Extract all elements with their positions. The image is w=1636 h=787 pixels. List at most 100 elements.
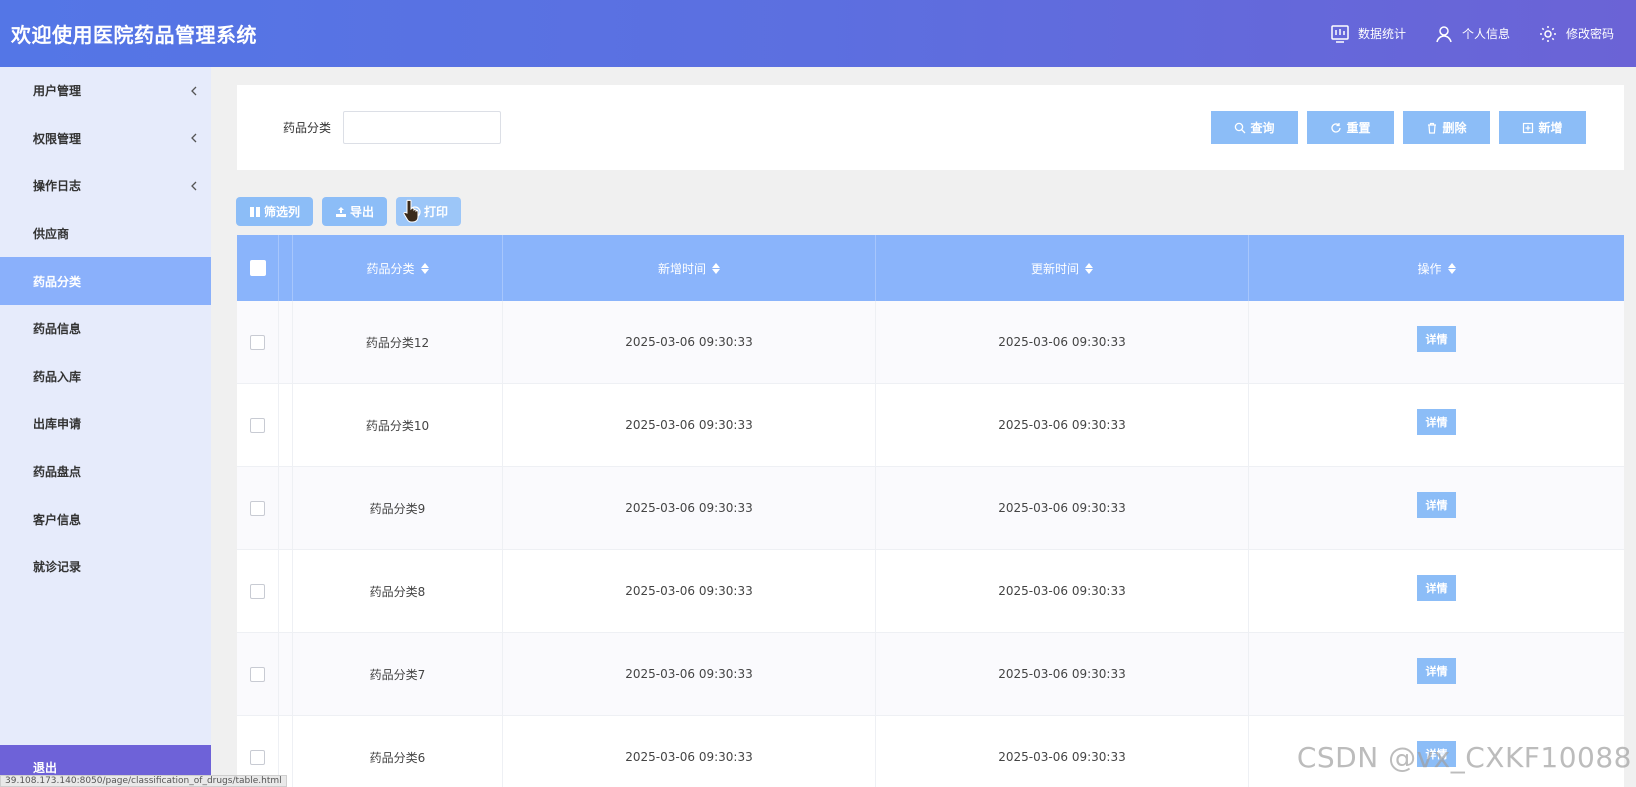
row-spacer [279, 384, 293, 466]
sidebar-item-label: 药品入库 [33, 369, 82, 384]
table-row: 药品分类10 2025-03-06 09:30:33 2025-03-06 09… [237, 384, 1624, 467]
header-spacer [279, 235, 293, 301]
header-links: 数据统计 个人信息 修改密码 [1330, 24, 1636, 44]
cell-category: 药品分类6 [293, 716, 503, 787]
sidebar-item-label: 权限管理 [33, 131, 82, 146]
sidebar-item-label: 药品盘点 [33, 465, 82, 480]
cell-updated: 2025-03-06 09:30:33 [876, 633, 1249, 715]
select-all-checkbox[interactable] [249, 260, 266, 276]
row-spacer [279, 550, 293, 632]
sidebar-item-label: 就诊记录 [33, 560, 82, 575]
chevron-left-icon [191, 133, 197, 143]
column-header-label: 新增时间 [657, 261, 706, 276]
cell-actions: 详情 [1249, 550, 1624, 632]
sidebar-item-permission-management[interactable]: 权限管理 [0, 115, 211, 163]
detail-button[interactable]: 详情 [1417, 326, 1456, 352]
header-link-statistics[interactable]: 数据统计 [1330, 24, 1406, 44]
sidebar-item-drug-inventory[interactable]: 药品盘点 [0, 448, 211, 496]
cell-updated: 2025-03-06 09:30:33 [876, 384, 1249, 466]
sidebar-item-label: 操作日志 [33, 179, 82, 194]
cell-category: 药品分类7 [293, 633, 503, 715]
column-header-updated[interactable]: 更新时间 [876, 235, 1249, 301]
filter-columns-label: 筛选列 [264, 205, 301, 219]
watermark: CSDN @vx_CXKF10088 [1296, 741, 1632, 774]
row-checkbox-cell [237, 467, 279, 549]
detail-button[interactable]: 详情 [1417, 575, 1456, 601]
sort-icon[interactable] [1085, 262, 1093, 274]
sort-icon[interactable] [420, 262, 429, 274]
table-toolbar: 筛选列 导出 打印 [236, 197, 462, 226]
filter-columns-button[interactable]: 筛选列 [236, 197, 314, 226]
column-header-created[interactable]: 新增时间 [503, 235, 876, 301]
search-input[interactable] [343, 111, 502, 144]
export-icon [336, 206, 347, 217]
row-checkbox[interactable] [250, 500, 265, 516]
column-header-actions[interactable]: 操作 [1249, 235, 1624, 301]
delete-button[interactable]: 删除 [1403, 111, 1490, 144]
reset-button-label: 重置 [1346, 121, 1371, 135]
reset-button[interactable]: 重置 [1307, 111, 1394, 144]
query-button[interactable]: 查询 [1211, 111, 1298, 144]
cell-actions: 详情 [1249, 301, 1624, 383]
top-header: 欢迎使用医院药品管理系统 数据统计 个人信息 修改密码 [0, 0, 1636, 67]
cell-category: 药品分类9 [293, 467, 503, 549]
sort-icon[interactable] [712, 262, 720, 274]
columns-icon [250, 206, 260, 217]
column-header-label: 操作 [1417, 261, 1442, 276]
add-button[interactable]: 新增 [1499, 111, 1586, 144]
header-link-label: 数据统计 [1357, 27, 1406, 41]
sidebar-item-drug-stock-in[interactable]: 药品入库 [0, 353, 211, 401]
column-header-label: 更新时间 [1030, 261, 1079, 276]
detail-button[interactable]: 详情 [1417, 492, 1456, 518]
cell-category: 药品分类10 [293, 384, 503, 466]
sidebar-item-label: 出库申请 [33, 417, 82, 432]
cell-created: 2025-03-06 09:30:33 [503, 384, 876, 466]
row-checkbox[interactable] [250, 417, 265, 433]
cell-updated: 2025-03-06 09:30:33 [876, 301, 1249, 383]
query-button-label: 查询 [1250, 121, 1275, 135]
sidebar-item-stock-out-request[interactable]: 出库申请 [0, 400, 211, 448]
row-checkbox-cell [237, 550, 279, 632]
sidebar-item-operation-log[interactable]: 操作日志 [0, 162, 211, 210]
delete-button-label: 删除 [1442, 121, 1467, 135]
cell-updated: 2025-03-06 09:30:33 [876, 467, 1249, 549]
column-header-category[interactable]: 药品分类 [293, 235, 503, 301]
sidebar-item-customer-info[interactable]: 客户信息 [0, 495, 211, 543]
sidebar: 用户管理 权限管理 操作日志 供应商 药品分类 药品信息 药品入库 出库申请 药… [0, 67, 211, 787]
export-button[interactable]: 导出 [322, 197, 388, 226]
row-checkbox-cell [237, 633, 279, 715]
row-checkbox[interactable] [250, 583, 265, 599]
cell-actions: 详情 [1249, 633, 1624, 715]
add-button-label: 新增 [1538, 121, 1563, 135]
table-header: 药品分类 新增时间 更新时间 操作 [237, 235, 1624, 301]
row-checkbox[interactable] [250, 749, 265, 765]
user-icon [1436, 25, 1452, 42]
cell-created: 2025-03-06 09:30:33 [503, 550, 876, 632]
cell-category: 药品分类8 [293, 550, 503, 632]
header-link-password[interactable]: 修改密码 [1538, 24, 1614, 44]
sidebar-item-user-management[interactable]: 用户管理 [0, 67, 211, 115]
detail-button[interactable]: 详情 [1417, 409, 1456, 435]
sidebar-item-drug-info[interactable]: 药品信息 [0, 305, 211, 353]
sidebar-item-visit-records[interactable]: 就诊记录 [0, 543, 211, 591]
row-spacer [279, 301, 293, 383]
browser-status-bar: 39.108.173.140:8050/page/classification_… [0, 775, 287, 787]
sidebar-item-drug-category[interactable]: 药品分类 [0, 257, 211, 305]
sidebar-item-supplier[interactable]: 供应商 [0, 210, 211, 258]
cell-category: 药品分类12 [293, 301, 503, 383]
row-checkbox[interactable] [250, 666, 265, 682]
search-buttons: 查询 重置 删除 新增 [1211, 111, 1586, 144]
cell-created: 2025-03-06 09:30:33 [503, 301, 876, 383]
cell-actions: 详情 [1249, 467, 1624, 549]
chart-icon [1331, 24, 1349, 43]
table-row: 药品分类12 2025-03-06 09:30:33 2025-03-06 09… [237, 301, 1624, 384]
header-link-profile[interactable]: 个人信息 [1434, 24, 1510, 44]
row-checkbox[interactable] [250, 334, 265, 350]
chevron-left-icon [191, 181, 197, 191]
chevron-left-icon [191, 86, 197, 96]
sidebar-item-label: 用户管理 [33, 84, 82, 99]
sort-icon[interactable] [1447, 262, 1456, 274]
detail-button[interactable]: 详情 [1417, 658, 1456, 684]
gear-icon [1539, 25, 1556, 42]
export-label: 导出 [350, 205, 375, 219]
